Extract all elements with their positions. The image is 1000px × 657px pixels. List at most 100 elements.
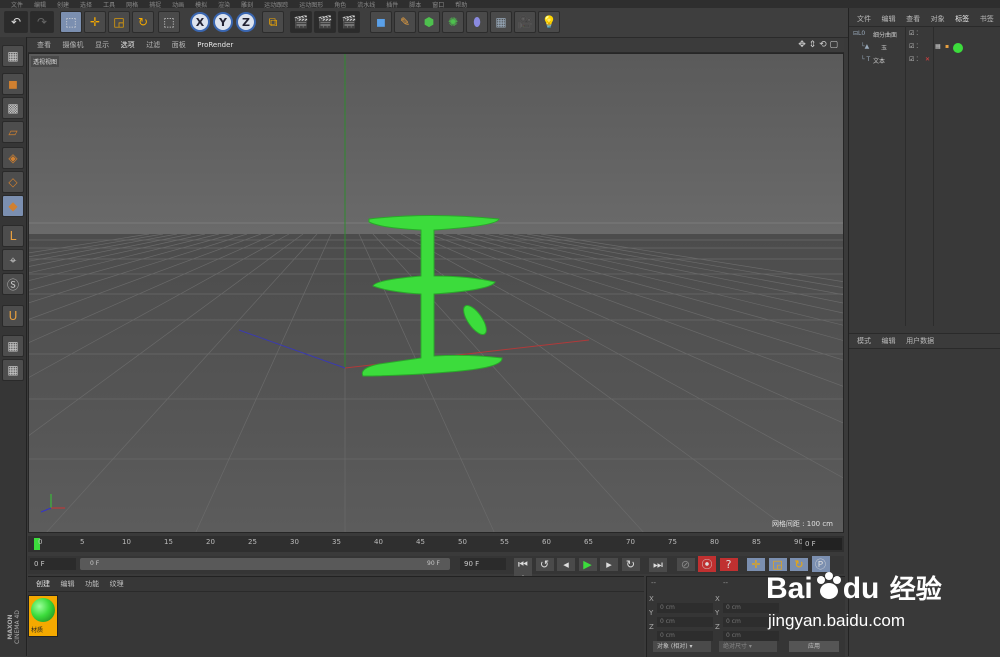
tab-file[interactable]: 文件 [857,12,871,26]
material-tag-icon[interactable] [953,43,963,53]
make-editable-button[interactable]: ▦ [2,45,24,67]
viewport-menu-panel[interactable]: 面板 [172,38,186,52]
auto-key-button[interactable]: ⦿ [698,556,716,572]
deformer-button[interactable]: ⬮ [466,11,488,33]
light-button[interactable]: 💡 [538,11,560,33]
point-mode-button[interactable]: ◈ [2,147,24,169]
recent-tool-icon: ⬚ [163,15,175,29]
rotate-tool-button[interactable]: ↻ [132,11,154,33]
end-frame-field[interactable]: 90 F [460,558,506,570]
move-tool-button[interactable]: ✛ [84,11,106,33]
magnet-button[interactable]: U [2,305,24,327]
floor-button[interactable]: ▦ [490,11,512,33]
viewport-menu-filter[interactable]: 过滤 [146,38,160,52]
select-tool-button[interactable]: ⬚ [60,11,82,33]
undo-button[interactable]: ↶ [4,11,28,33]
mat-tab-function[interactable]: 功能 [85,577,99,591]
material-preview-sphere [31,598,55,622]
texture-mode-button[interactable]: ▩ [2,97,24,119]
tab-edit[interactable]: 编辑 [882,12,896,26]
magnet-icon: U [8,309,18,323]
coordinate-system-button[interactable]: ⧉ [262,11,284,33]
coord-header-size: -- [723,579,729,587]
viewport-menu-options[interactable]: 选项 [121,38,135,52]
model-mode-button[interactable]: ◼ [2,73,24,95]
tab-objects[interactable]: 对象 [931,12,945,26]
tweak-mode-button[interactable]: ⌖ [2,249,24,271]
record-key-button[interactable]: ⊘ [676,558,695,571]
uv-tag-icon[interactable]: ▪ [945,43,949,50]
disabled-x-icon[interactable]: ✕ [925,56,930,63]
next-frame-button[interactable]: ▸ [600,558,618,571]
workplane-align-button[interactable]: ▦ [2,359,24,381]
polygon-mode-button[interactable]: ◆ [2,195,24,217]
prev-key-button[interactable]: ↺ [535,558,554,571]
mat-tab-texture[interactable]: 纹理 [110,577,124,591]
pos-z-field[interactable]: 0 cm [657,631,713,641]
camera-button[interactable]: 🎥 [514,11,536,33]
viewport-nav-icons[interactable]: ✥ ⇕ ⟲ ▢ [798,38,838,52]
scale-tool-button[interactable]: ◲ [108,11,130,33]
attr-tab-user-data[interactable]: 用户数据 [906,334,934,348]
go-start-button[interactable]: ⏮ [514,558,532,572]
viewport-menu-display[interactable]: 显示 [95,38,109,52]
render-picture-viewer-button[interactable]: 🎬 [314,11,336,33]
mat-tab-create[interactable]: 创建 [36,577,50,591]
material-name-label: 材质 [31,627,44,634]
redo-button[interactable]: ↷ [30,11,54,33]
tab-view[interactable]: 查看 [906,12,920,26]
main-toolbar: ↶ ↷ ⬚ ✛ ◲ ↻ ⬚ X Y Z ⧉ 🎬 🎬 🎬 ◼ ✎ ⬢ ✺ ⬮ ▦ … [0,8,848,38]
mat-tab-edit[interactable]: 编辑 [61,577,75,591]
subdivision-object-icon: ⊟L0 [853,30,866,37]
tab-bookmarks[interactable]: 书签 [980,12,994,26]
x-axis-button[interactable]: X [190,12,210,32]
recent-tool-button[interactable]: ⬚ [158,11,180,33]
pen-button[interactable]: ✎ [394,11,416,33]
visibility-dots-icon[interactable]: ☑ ⁚ [909,56,918,63]
play-button[interactable]: ▶ [578,558,597,571]
watermark-brand: Bai du 经验 [766,572,942,605]
timeline-tick-label: 15 [164,538,173,546]
range-slider[interactable]: 0 F 90 F [80,558,450,570]
axis-mode-button[interactable]: L [2,225,24,247]
array-button[interactable]: ✺ [442,11,464,33]
next-key-button[interactable]: ↻ [621,558,640,571]
object-row-subdivision[interactable]: ⊟L0 细分曲面 ☑ ⁚ [849,30,1000,42]
start-frame-field[interactable]: 0 F [30,558,76,570]
go-end-button[interactable]: ⏭ [649,558,667,572]
coord-mode-select[interactable]: 对象 (相对) ▾ [653,641,711,652]
snap-button[interactable]: Ⓢ [2,273,24,295]
render-settings-button[interactable]: 🎬 [338,11,360,33]
world-coord-icon: ⧉ [268,14,278,29]
chevron-down-icon: ▾ [747,643,752,650]
viewport-menu-view[interactable]: 查看 [37,38,51,52]
attr-tab-mode[interactable]: 模式 [857,334,871,348]
keyframe-selection-button[interactable]: ? [719,558,738,571]
material-swatch[interactable]: 材质 [28,595,58,637]
tab-tags[interactable]: 标签 [955,12,969,26]
z-axis-button[interactable]: Z [236,12,256,32]
cube-button[interactable]: ◼ [370,11,392,33]
phong-tag-icon[interactable]: ▦ [935,43,941,50]
workplane-mode-button[interactable]: ▱ [2,121,24,143]
current-frame-field[interactable]: 0 F [802,538,842,550]
subdivision-button[interactable]: ⬢ [418,11,440,33]
visibility-dots-icon[interactable]: ☑ ⁚ [909,30,918,37]
polygon-icon: ◆ [8,199,18,213]
timeline-ruler[interactable]: 0 5 10 15 20 25 30 35 40 45 50 55 60 65 70 75 80 85 90 0 F [28,536,844,552]
viewport-menu-prorender[interactable]: ProRender [197,38,233,52]
y-axis-button[interactable]: Y [213,12,233,32]
paw-icon [813,572,843,600]
left-tool-palette: ▦ ◼ ▩ ▱ ◈ ◇ ◆ L ⌖ Ⓢ U ▦ ▦ [0,37,27,656]
edge-mode-button[interactable]: ◇ [2,171,24,193]
visibility-dots-icon[interactable]: ☑ ⁚ [909,43,918,50]
perspective-viewport[interactable]: 透视视图 网格间距 : 100 cm [28,53,844,533]
viewport-menu-camera[interactable]: 摄像机 [63,38,84,52]
attr-tab-edit[interactable]: 编辑 [882,334,896,348]
object-row-text[interactable]: └ T 文本 ☑ ⁚ ✕ [849,56,1000,68]
object-row-yu[interactable]: └▲ 玉 ☑ ⁚ ▦ ▪ [849,43,1000,55]
prev-frame-button[interactable]: ◂ [557,558,575,571]
lock-workplane-button[interactable]: ▦ [2,335,24,357]
render-view-button[interactable]: 🎬 [290,11,312,33]
timeline-tick-label: 0 [38,538,43,546]
